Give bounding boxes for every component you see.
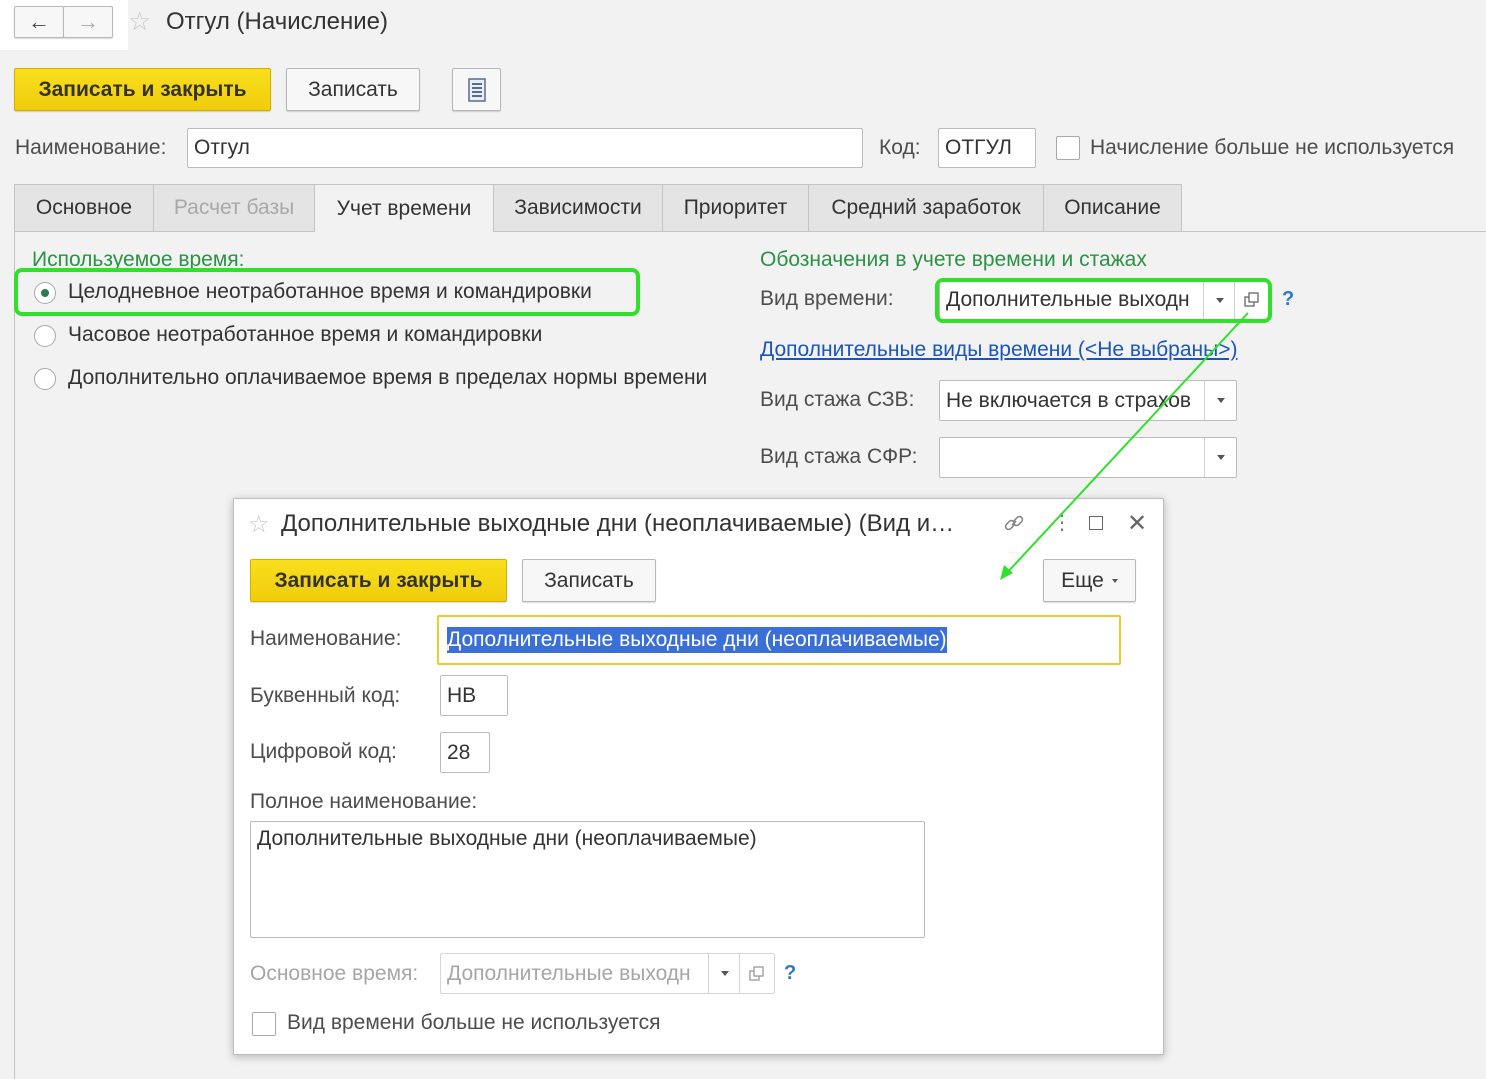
annotation-arrow [1000,312,1249,580]
